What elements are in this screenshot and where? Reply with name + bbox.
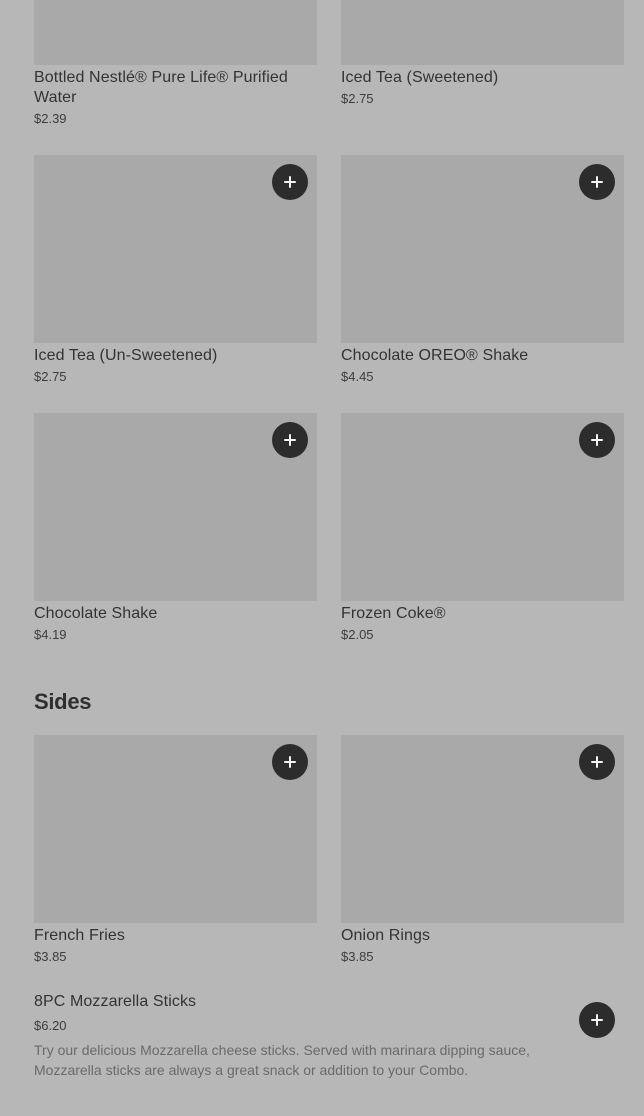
item-name: Chocolate Shake bbox=[34, 605, 158, 622]
item-price: $2.75 bbox=[34, 369, 67, 384]
menu-item-card[interactable]: Chocolate OREO® Shake $4.45 bbox=[341, 155, 624, 385]
item-name: Iced Tea (Sweetened) bbox=[341, 69, 499, 86]
item-description: Try our delicious Mozzarella cheese stic… bbox=[34, 1042, 530, 1078]
item-price: $3.85 bbox=[341, 949, 374, 964]
menu-item-card[interactable]: Chocolate Shake $4.19 bbox=[34, 413, 317, 643]
plus-icon bbox=[283, 175, 297, 189]
item-price: $2.05 bbox=[341, 627, 374, 642]
menu-item-card[interactable]: Onion Rings $3.85 bbox=[341, 735, 624, 965]
item-name: Bottled Nestlé® Pure Life® Purified Wate… bbox=[34, 69, 288, 106]
item-image[interactable] bbox=[341, 0, 624, 65]
plus-icon bbox=[590, 755, 604, 769]
item-price: $2.39 bbox=[34, 111, 67, 126]
item-price: $2.75 bbox=[341, 91, 374, 106]
menu-page: Bottled Nestlé® Pure Life® Purified Wate… bbox=[0, 0, 644, 1116]
item-image[interactable] bbox=[341, 155, 624, 343]
item-image[interactable] bbox=[34, 0, 317, 65]
add-item-button[interactable] bbox=[272, 744, 308, 780]
plus-icon bbox=[283, 433, 297, 447]
item-image[interactable] bbox=[341, 413, 624, 601]
item-name: French Fries bbox=[34, 927, 125, 944]
menu-item-card[interactable]: Frozen Coke® $2.05 bbox=[341, 413, 624, 643]
item-image[interactable] bbox=[341, 735, 624, 923]
item-image[interactable] bbox=[34, 155, 317, 343]
menu-item-card[interactable]: French Fries $3.85 bbox=[34, 735, 317, 965]
item-name: Iced Tea (Un-Sweetened) bbox=[34, 347, 218, 364]
item-price: $4.19 bbox=[34, 627, 67, 642]
plus-icon bbox=[590, 433, 604, 447]
menu-list-item[interactable]: 8PC Mozzarella Sticks $6.20 Try our deli… bbox=[34, 992, 624, 1080]
section-title-sides: Sides bbox=[34, 689, 92, 714]
add-item-button[interactable] bbox=[579, 422, 615, 458]
plus-icon bbox=[590, 175, 604, 189]
item-price: $4.45 bbox=[341, 369, 374, 384]
item-name: Chocolate OREO® Shake bbox=[341, 347, 529, 364]
add-item-button[interactable] bbox=[579, 1002, 615, 1038]
menu-item-card[interactable]: Iced Tea (Sweetened) $2.75 bbox=[341, 0, 624, 107]
item-image[interactable] bbox=[34, 735, 317, 923]
item-name: 8PC Mozzarella Sticks bbox=[34, 993, 197, 1010]
item-price: $6.20 bbox=[34, 1018, 67, 1033]
add-item-button[interactable] bbox=[272, 164, 308, 200]
item-name: Frozen Coke® bbox=[341, 605, 446, 622]
add-item-button[interactable] bbox=[272, 422, 308, 458]
add-item-button[interactable] bbox=[579, 164, 615, 200]
plus-icon bbox=[590, 1013, 604, 1027]
menu-item-card[interactable]: Bottled Nestlé® Pure Life® Purified Wate… bbox=[34, 0, 317, 127]
plus-icon bbox=[283, 755, 297, 769]
item-price: $3.85 bbox=[34, 949, 67, 964]
menu-item-card[interactable]: Iced Tea (Un-Sweetened) $2.75 bbox=[34, 155, 317, 385]
item-image[interactable] bbox=[34, 413, 317, 601]
add-item-button[interactable] bbox=[579, 744, 615, 780]
item-name: Onion Rings bbox=[341, 927, 431, 944]
